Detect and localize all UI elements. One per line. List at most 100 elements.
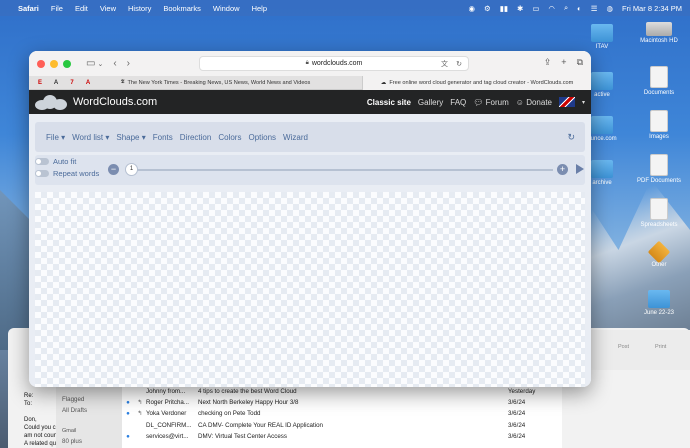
url-text: wordclouds.com xyxy=(311,60,363,67)
reply-icon: ↰ xyxy=(137,399,143,407)
menubar-clock[interactable]: Fri Mar 8 2:34 PM xyxy=(622,4,682,13)
menu-app-name[interactable]: Safari xyxy=(18,4,39,13)
desktop-icon-documents[interactable]: Documents xyxy=(629,66,689,96)
menu-word-list[interactable]: Word list ▾ xyxy=(72,133,109,142)
menu-colors[interactable]: Colors xyxy=(218,133,241,142)
menubar-status-area: ◉ ⚙ ▮▮ ✱ ▭ ◠ ⌕ ◐ ☰ ◍ Fri Mar 8 2:34 PM xyxy=(468,3,682,13)
message-row[interactable]: ● ↰ Yoka Verdoner checking on Pete Todd 3… xyxy=(122,408,562,419)
menu-shape[interactable]: Shape ▾ xyxy=(116,133,145,142)
audio-icon[interactable]: ▮▮ xyxy=(500,4,508,13)
toggle-switch[interactable] xyxy=(35,158,49,165)
menu-bookmarks[interactable]: Bookmarks xyxy=(163,4,201,13)
repeat-words-toggle[interactable]: Repeat words xyxy=(35,169,99,178)
word-cloud-editor: File ▾ Word list ▾ Shape ▾ Fonts Directi… xyxy=(29,114,591,387)
screen-record-icon[interactable]: ◉ xyxy=(468,4,475,13)
site-header: WordClouds.com Classic site Gallery FAQ … xyxy=(29,90,591,114)
mailbox-all-drafts[interactable]: All Drafts xyxy=(56,405,122,416)
nav-faq[interactable]: FAQ xyxy=(450,98,466,107)
safari-toolbar: ▭ ⌄ ‹ › 🔒︎ wordclouds.com 文 ↻ ⇪ + ⧉ xyxy=(29,51,591,76)
mailbox-flagged[interactable]: Flagged xyxy=(56,394,122,405)
menu-fonts[interactable]: Fonts xyxy=(153,133,173,142)
nav-forum[interactable]: 💬︎ Forum xyxy=(473,98,509,107)
slider-track[interactable] xyxy=(135,169,553,171)
menu-view[interactable]: View xyxy=(100,4,116,13)
tab-overview-icon[interactable]: ⧉ xyxy=(577,57,583,68)
menu-file[interactable]: File ▾ xyxy=(46,133,65,142)
zoom-window-button[interactable] xyxy=(63,59,71,68)
menu-help[interactable]: Help xyxy=(252,4,267,13)
control-center-icon[interactable]: ⚙ xyxy=(484,4,491,13)
language-flag-icon[interactable] xyxy=(558,97,575,107)
minimize-window-button[interactable] xyxy=(50,59,58,68)
mailbox-80-plus[interactable]: 80 plus xyxy=(56,436,122,447)
message-row[interactable]: DL_CONFIRM... CA DMV- Complete Your REAL… xyxy=(122,420,562,431)
mail-post-button[interactable]: Post xyxy=(618,344,629,350)
refresh-icon[interactable]: ↻ xyxy=(567,132,575,143)
translate-icon[interactable]: 文 xyxy=(441,59,448,69)
decrease-button[interactable]: − xyxy=(108,164,119,175)
play-icon[interactable] xyxy=(576,164,584,174)
address-bar[interactable]: 🔒︎ wordclouds.com 文 ↻ xyxy=(199,56,469,71)
favorite-icon[interactable]: A xyxy=(83,79,93,87)
control-bar: Auto fit Repeat words − 1 + xyxy=(35,155,585,185)
menu-options[interactable]: Options xyxy=(248,133,276,142)
share-icon[interactable]: ⇪ xyxy=(544,57,552,68)
wordclouds-logo-icon[interactable] xyxy=(35,94,69,110)
tab-wordclouds[interactable]: ☁ Free online word cloud generator and t… xyxy=(363,75,591,90)
reply-icon: ↰ xyxy=(137,410,143,418)
sidebar-toggle-icon[interactable]: ▭ xyxy=(86,58,95,69)
favorite-icon[interactable]: A xyxy=(51,79,61,87)
desktop-icon-itav[interactable]: ITAV xyxy=(572,24,632,50)
desktop-icon-images[interactable]: Images xyxy=(629,110,689,140)
siri-icon[interactable]: ◍ xyxy=(606,4,613,13)
user-icon[interactable]: ◐ xyxy=(577,4,582,13)
message-row[interactable]: ● ↰ Roger Pritcha... Next North Berkeley … xyxy=(122,397,562,408)
word-cloud-canvas[interactable] xyxy=(35,192,585,387)
battery-icon[interactable]: ▭ xyxy=(532,4,539,13)
donate-icon: ☺ xyxy=(515,97,524,107)
bluetooth-icon[interactable]: ✱ xyxy=(517,4,523,13)
desktop-icon-spreadsheets[interactable]: Spreadsheets xyxy=(629,198,689,228)
mail-toolbar xyxy=(590,330,690,370)
message-row[interactable]: ● services@virt... DMV: Virtual Test Cen… xyxy=(122,431,562,442)
nav-donate[interactable]: ☺ Donate xyxy=(516,98,552,107)
search-icon[interactable]: ⌕ xyxy=(564,3,568,13)
mail-message-list: Johnny from... 4 tips to create the best… xyxy=(122,386,562,448)
menu-direction[interactable]: Direction xyxy=(180,133,212,142)
desktop-icon-other[interactable]: Other xyxy=(629,240,689,268)
control-icon[interactable]: ☰ xyxy=(591,4,598,13)
chevron-down-icon[interactable]: ⌄ xyxy=(97,60,103,68)
favorite-icon[interactable]: 7 xyxy=(67,79,77,87)
toggle-switch[interactable] xyxy=(35,170,49,177)
desktop-icon-pdf-documents[interactable]: PDF Documents xyxy=(629,154,689,184)
menu-window[interactable]: Window xyxy=(213,4,240,13)
desktop-icon-macintosh-hd[interactable]: Macintosh HD xyxy=(629,22,689,44)
auto-fit-toggle[interactable]: Auto fit xyxy=(35,157,76,166)
menu-history[interactable]: History xyxy=(128,4,151,13)
menu-edit[interactable]: Edit xyxy=(75,4,88,13)
mailbox-gmail[interactable]: Gmail xyxy=(56,426,122,436)
site-logo-text[interactable]: WordClouds.com xyxy=(73,96,157,108)
document-icon xyxy=(650,198,668,220)
nav-gallery[interactable]: Gallery xyxy=(418,98,443,107)
tab-nytimes[interactable]: 𝕿 The New York Times - Breaking News, US… xyxy=(113,75,363,90)
increase-button[interactable]: + xyxy=(557,164,568,175)
forward-button[interactable]: › xyxy=(127,58,130,69)
chevron-down-icon[interactable]: ▾ xyxy=(582,99,585,106)
mail-print-button[interactable]: Print xyxy=(655,344,666,350)
slider-thumb[interactable]: 1 xyxy=(125,163,138,176)
site-nav: Classic site Gallery FAQ 💬︎ Forum ☺ Dona… xyxy=(367,97,585,107)
document-icon xyxy=(650,110,668,132)
new-tab-button[interactable]: + xyxy=(561,57,566,68)
back-button[interactable]: ‹ xyxy=(113,58,116,69)
close-window-button[interactable] xyxy=(37,59,45,68)
desktop-icon-june[interactable]: June 22-23 xyxy=(629,290,689,316)
message-row[interactable]: Johnny from... 4 tips to create the best… xyxy=(122,386,562,397)
menu-file[interactable]: File xyxy=(51,4,63,13)
nav-classic-site[interactable]: Classic site xyxy=(367,98,411,107)
reload-icon[interactable]: ↻ xyxy=(456,60,462,68)
favorite-icon[interactable]: E xyxy=(35,79,45,87)
tab-bar: E A 7 A 𝕿 The New York Times - Breaking … xyxy=(29,75,591,90)
wifi-icon[interactable]: ◠ xyxy=(548,4,555,13)
menu-wizard[interactable]: Wizard xyxy=(283,133,308,142)
